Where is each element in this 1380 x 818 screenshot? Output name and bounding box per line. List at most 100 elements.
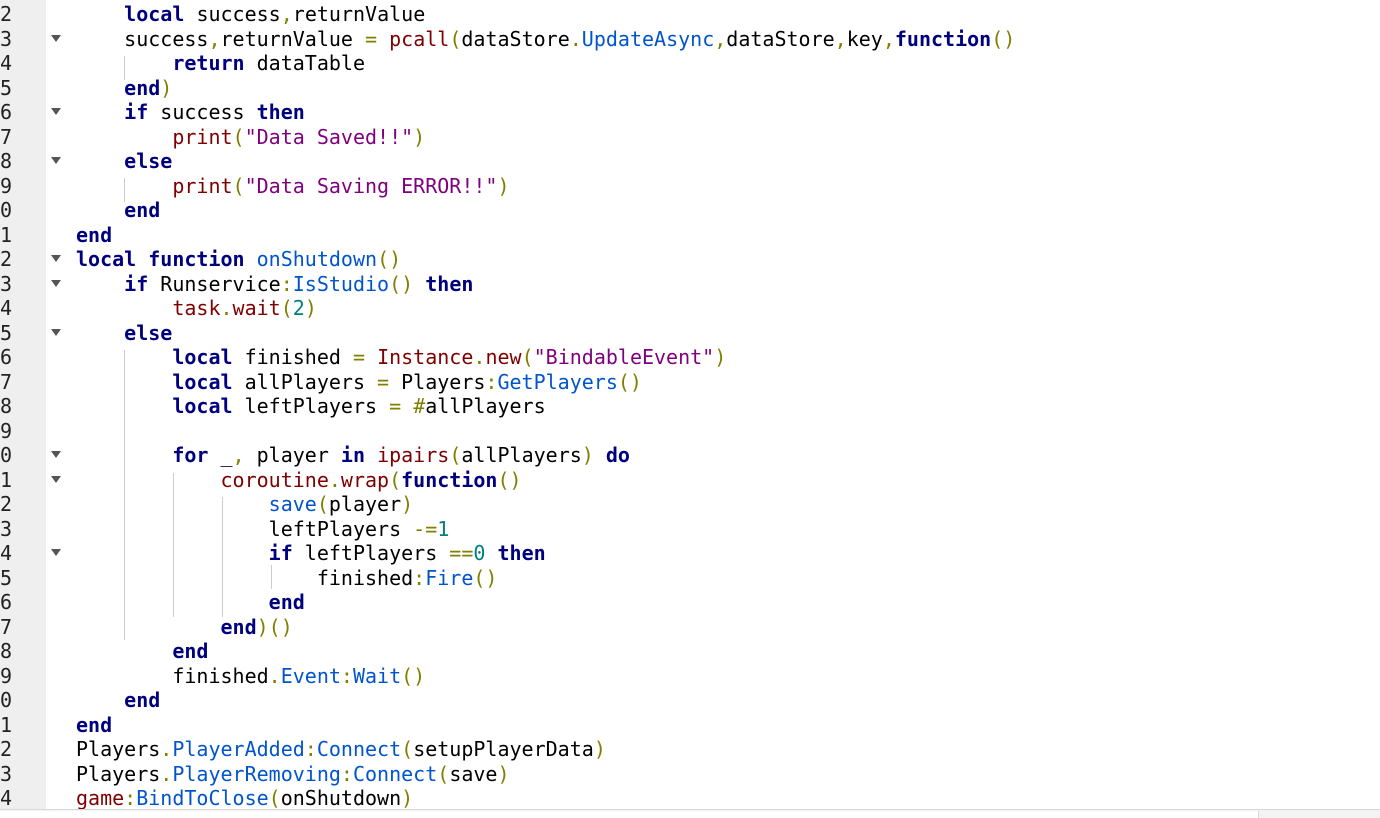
code-line[interactable]: 67 print("Data Saved!!") [0, 125, 1380, 150]
code-text: Players.PlayerAdded:Connect(setupPlayerD… [76, 737, 606, 762]
code-token: setupPlayerData [413, 737, 594, 761]
line-number: 84 [0, 541, 13, 565]
code-token: : [280, 271, 293, 296]
code-line[interactable]: 88 end [0, 639, 1380, 664]
code-token: ) [581, 443, 594, 467]
fold-toggle-icon[interactable] [51, 279, 61, 287]
code-token: 2 [292, 296, 305, 320]
code-line[interactable]: 80 for _, player in ipairs(allPlayers) d… [0, 443, 1380, 468]
code-editor[interactable]: 62 local success,returnValue63 success,r… [0, 0, 1380, 818]
code-text: end [76, 713, 112, 738]
code-text: end [76, 639, 208, 664]
code-token: "Data Saving ERROR!!" [244, 173, 498, 198]
code-line[interactable]: 81 coroutine.wrap(function() [0, 468, 1380, 493]
line-number: 88 [0, 639, 13, 663]
code-text: local allPlayers = Players:GetPlayers() [76, 370, 642, 395]
code-token: _ [208, 443, 233, 467]
code-text: for _, player in ipairs(allPlayers) do [76, 443, 630, 468]
code-line[interactable]: 74 task.wait(2) [0, 296, 1380, 321]
fold-toggle-icon[interactable] [51, 475, 61, 483]
code-token: task [172, 296, 221, 320]
code-token: finished [232, 345, 353, 369]
code-token: if [124, 271, 149, 296]
code-line[interactable]: 87 end)() [0, 615, 1380, 640]
code-token: == [449, 541, 474, 565]
line-number: 89 [0, 663, 13, 688]
code-line[interactable]: 78 local leftPlayers = #allPlayers [0, 394, 1380, 419]
line-number: 78 [0, 394, 13, 418]
fold-toggle-icon[interactable] [51, 549, 61, 556]
horizontal-scrollbar[interactable] [0, 809, 1380, 818]
line-number: 80 [0, 443, 13, 467]
code-line[interactable]: 72 local function onShutdown() [0, 247, 1380, 272]
code-line[interactable]: 75 else [0, 321, 1380, 346]
code-line[interactable]: 69 print("Data Saving ERROR!!") [0, 174, 1380, 199]
code-text: end [76, 198, 160, 223]
code-token: leftPlayers [232, 394, 390, 418]
code-token: local [172, 369, 233, 394]
code-line[interactable]: 92 Players.PlayerAdded:Connect(setupPlaye… [0, 737, 1380, 762]
code-line[interactable]: 91 end [0, 713, 1380, 738]
code-line[interactable]: 73 if Runservice:IsStudio() then [0, 272, 1380, 297]
code-token: ( [268, 786, 281, 810]
code-token: dataStore [461, 26, 570, 51]
scrollbar-thumb[interactable] [0, 811, 1259, 818]
code-line[interactable]: 63 success,returnValue = pcall(dataStore… [0, 27, 1380, 52]
code-token: BindToClose [136, 786, 269, 810]
code-line[interactable]: 77 local allPlayers = Players:GetPlayers… [0, 370, 1380, 395]
code-token: leftPlayers [268, 516, 414, 541]
code-text: task.wait(2) [76, 296, 317, 321]
code-token: ) [497, 761, 510, 786]
code-text: end)() [76, 615, 293, 640]
code-token: end [220, 614, 257, 639]
code-token: returnValue [220, 26, 366, 51]
fold-toggle-icon[interactable] [51, 328, 61, 336]
code-line[interactable]: 90 end [0, 688, 1380, 713]
code-text: end [76, 688, 160, 713]
code-line[interactable]: 68 else [0, 149, 1380, 174]
code-token: ( [232, 124, 245, 149]
code-line[interactable]: 79 [0, 419, 1380, 444]
line-number: 85 [0, 565, 13, 590]
fold-toggle-icon[interactable] [51, 108, 61, 115]
code-line[interactable]: 85 finished:Fire() [0, 566, 1380, 591]
code-line[interactable]: 70 end [0, 198, 1380, 223]
code-token: save [449, 761, 498, 786]
code-line[interactable]: 82 save(player) [0, 492, 1380, 517]
code-token: , [280, 2, 293, 26]
code-line[interactable]: 71 end [0, 223, 1380, 248]
code-token: local [76, 247, 137, 271]
code-token: () [389, 271, 414, 296]
code-text: end [76, 223, 112, 248]
fold-toggle-icon[interactable] [51, 255, 61, 262]
code-token: wait [232, 296, 281, 320]
code-token: if [124, 100, 149, 124]
code-line[interactable]: 93 Players.PlayerRemoving:Connect(save) [0, 762, 1380, 787]
code-line[interactable]: 65 end) [0, 76, 1380, 101]
code-line[interactable]: 94 game:BindToClose(onShutdown) [0, 786, 1380, 811]
code-token: ( [316, 492, 329, 516]
code-line[interactable]: 86 end [0, 590, 1380, 615]
line-number: 64 [0, 51, 13, 75]
code-token: local [124, 2, 185, 26]
code-line[interactable]: 84 if leftPlayers ==0 then [0, 541, 1380, 566]
code-line[interactable]: 62 local success,returnValue [0, 2, 1380, 27]
code-line[interactable]: 83 leftPlayers -=1 [0, 517, 1380, 542]
code-line[interactable]: 64 return dataTable [0, 51, 1380, 76]
indent-guide [124, 350, 125, 640]
fold-toggle-icon[interactable] [51, 451, 61, 458]
code-text: save(player) [76, 492, 414, 517]
code-token: IsStudio [292, 271, 390, 296]
code-token: 0 [473, 541, 486, 565]
fold-toggle-icon[interactable] [51, 157, 61, 164]
code-text: finished:Fire() [76, 566, 498, 591]
fold-toggle-icon[interactable] [51, 34, 61, 42]
code-line[interactable]: 66 if success then [0, 100, 1380, 125]
code-line[interactable]: 76 local finished = Instance.new("Bindab… [0, 345, 1380, 370]
code-text: success,returnValue = pcall(dataStore.Up… [76, 27, 1015, 52]
code-token: else [124, 149, 173, 173]
code-line[interactable]: 89 finished.Event:Wait() [0, 664, 1380, 689]
code-lines[interactable]: 62 local success,returnValue63 success,r… [0, 2, 1380, 811]
code-token: game [76, 786, 125, 810]
